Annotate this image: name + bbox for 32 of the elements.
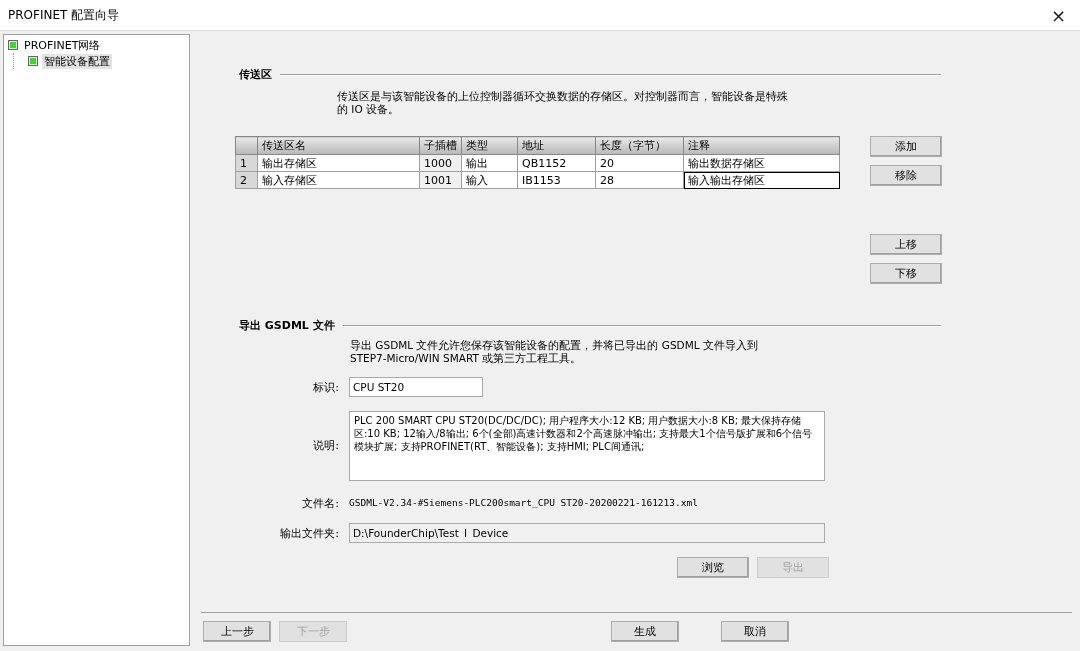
field-label: 说明: <box>312 437 339 453</box>
file-name: GSDML-V2.34-#Siemens-PLC200smart_CPU ST20-20200221-161213.xml <box>349 496 699 510</box>
column-header[interactable]: 地址 <box>517 136 596 155</box>
node-icon <box>8 40 18 50</box>
dialog-button[interactable]: 上一步 <box>203 620 271 642</box>
field-label: 文件名: <box>301 495 339 511</box>
window-title: PROFINET 配置向导 <box>8 6 120 24</box>
dialog-button[interactable]: 添加 <box>870 136 942 157</box>
node-icon <box>28 56 38 66</box>
id-field[interactable]: CPU ST20 <box>349 377 483 397</box>
dialog-button[interactable]: 取消 <box>721 620 789 642</box>
column-header[interactable]: 长度（字节） <box>595 136 684 155</box>
tree-item[interactable]: 智能设备配置 <box>42 53 112 69</box>
field-label: 输出文件夹: <box>279 525 339 541</box>
description-field[interactable]: PLC 200 SMART CPU ST20(DC/DC/DC); 用户程序大小:12 KB; 用户数据大小:8 KB; 最大保持存储区:10 KB; 12输入/8输出; 6个(全部)高速计数器和2个高速脉冲输出; 支持最大1个信号版扩展和6个信号模块扩展; 支持PROFINET(RT、智能设备); 支持HMI; PLC间通讯; <box>349 411 825 481</box>
dialog-button[interactable]: 上移 <box>870 234 942 255</box>
column-header[interactable]: 注释 <box>683 136 840 155</box>
dialog-button[interactable]: 生成 <box>611 620 679 642</box>
section-description: 导出 GSDML 文件允许您保存该智能设备的配置，并将已导出的 GSDML 文件导入到 STEP7-Micro/WIN SMART 或第三方工程工具。 <box>350 339 759 365</box>
folder-field[interactable]: D:\FounderChip\Test_I_Device <box>349 523 825 543</box>
column-header[interactable]: 类型 <box>461 136 518 155</box>
column-header[interactable]: 传送区名 <box>257 136 420 155</box>
dialog-button[interactable]: 移除 <box>870 165 942 186</box>
tree-item[interactable]: PROFINET网络 <box>22 37 103 53</box>
section-description: 传送区是与该智能设备的上位控制器循环交换数据的存储区。对控制器而言，智能设备是特殊的 IO 设备。 <box>337 90 789 116</box>
dialog-button[interactable]: 下移 <box>870 263 942 284</box>
section-title: 导出 GSDML 文件 <box>239 318 335 333</box>
section-title: 传送区 <box>239 67 272 82</box>
close-button[interactable]: × <box>1044 4 1072 26</box>
column-header[interactable]: 子插槽 <box>419 136 462 155</box>
field-label: 标识: <box>312 379 339 395</box>
dialog-button[interactable]: 浏览 <box>677 557 749 578</box>
